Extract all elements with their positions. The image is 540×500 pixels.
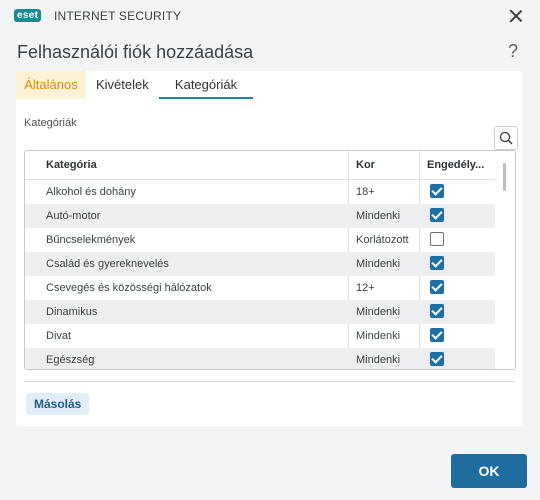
cell-category: Család és gyereknevelés <box>46 258 169 270</box>
allowed-checkbox[interactable] <box>430 280 444 294</box>
cell-category: Bűncselekmények <box>46 234 136 246</box>
cell-age: Mindenki <box>356 330 401 342</box>
cell-age: Korlátozott <box>356 234 409 246</box>
allowed-checkbox[interactable] <box>430 232 444 246</box>
cell-category: Alkohol és dohány <box>46 186 136 198</box>
search-icon <box>499 131 513 145</box>
allowed-checkbox[interactable] <box>430 256 444 270</box>
cell-age: Mindenki <box>356 210 401 222</box>
categories-table: Kategória Kor Engedély... Alkohol és doh… <box>24 150 516 370</box>
ok-button[interactable]: OK <box>451 454 527 488</box>
cell-category: Autó-motor <box>46 210 101 222</box>
tab-categories[interactable]: Kategóriák <box>159 71 253 99</box>
table-row[interactable]: Csevegés és közösségi hálózatok 12+ <box>25 276 495 300</box>
table-scrollbar[interactable] <box>503 163 506 191</box>
divider <box>24 381 514 382</box>
close-icon[interactable] <box>506 6 526 26</box>
app-name: INTERNET SECURITY <box>54 9 182 23</box>
cell-age: 12+ <box>356 282 375 294</box>
cell-category: Divat <box>46 330 72 342</box>
table-row[interactable]: Autó-motor Mindenki <box>25 204 495 228</box>
table-row[interactable]: Dinamikus Mindenki <box>25 300 495 324</box>
allowed-checkbox[interactable] <box>430 352 444 366</box>
cell-category: Egészség <box>46 354 95 366</box>
allowed-checkbox[interactable] <box>430 208 444 222</box>
cell-age: Mindenki <box>356 258 401 270</box>
table-row[interactable]: Egészség Mindenki <box>25 348 495 369</box>
title-bar: eset INTERNET SECURITY <box>0 0 540 32</box>
header-age[interactable]: Kor <box>356 151 375 179</box>
table-row[interactable]: Bűncselekmények Korlátozott <box>25 228 495 252</box>
cell-category: Dinamikus <box>46 306 98 318</box>
help-icon[interactable]: ? <box>508 41 518 62</box>
cell-category: Csevegés és közösségi hálózatok <box>46 282 212 294</box>
cell-age: Mindenki <box>356 306 401 318</box>
search-button[interactable] <box>494 126 518 150</box>
table-row[interactable]: Család és gyereknevelés Mindenki <box>25 252 495 276</box>
table-row[interactable]: Divat Mindenki <box>25 324 495 348</box>
tab-bar: Általános Kivételek Kategóriák <box>16 71 522 99</box>
header-category[interactable]: Kategória <box>46 151 97 179</box>
copy-button[interactable]: Másolás <box>26 393 90 415</box>
table-row[interactable]: Alkohol és dohány 18+ <box>25 180 495 204</box>
table-header: Kategória Kor Engedély... <box>25 151 495 180</box>
cell-age: 18+ <box>356 186 375 198</box>
allowed-checkbox[interactable] <box>430 328 444 342</box>
dialog-title: Felhasználói fiók hozzáadása <box>17 42 254 62</box>
section-label: Kategóriák <box>24 117 77 129</box>
cell-age: Mindenki <box>356 354 401 366</box>
tab-exceptions[interactable]: Kivételek <box>96 71 149 99</box>
allowed-checkbox[interactable] <box>430 184 444 198</box>
eset-logo: eset <box>14 9 42 22</box>
header-allowed[interactable]: Engedély... <box>427 151 493 179</box>
allowed-checkbox[interactable] <box>430 304 444 318</box>
tab-general[interactable]: Általános <box>16 71 86 99</box>
main-panel: Általános Kivételek Kategóriák Kategóriá… <box>16 71 522 426</box>
